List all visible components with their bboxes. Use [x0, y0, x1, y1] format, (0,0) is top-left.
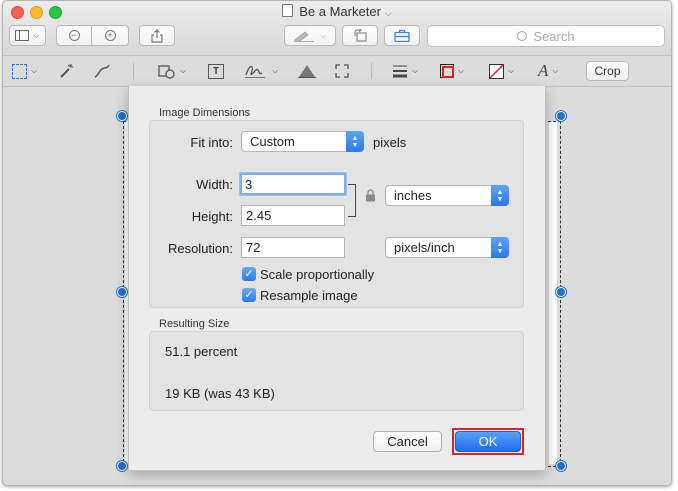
window-title-text: Be a Marketer — [299, 4, 381, 19]
signature-icon — [245, 65, 265, 78]
scale-proportionally-label[interactable]: Scale proportionally — [260, 267, 374, 282]
chevron-down-icon: ⌵ — [508, 66, 515, 75]
shapes-icon — [158, 65, 175, 79]
adjust-size-tool[interactable] — [334, 61, 350, 81]
stepper-arrows-icon: ▲ ▼ — [491, 185, 509, 206]
text-box-icon: T — [208, 63, 224, 79]
text-style-tool[interactable]: A ⌵ — [538, 61, 558, 81]
fill-color-icon — [489, 63, 504, 79]
separator — [371, 63, 372, 79]
fit-into-label: Fit into: — [190, 135, 233, 150]
sign-tool[interactable]: ⌵ — [244, 61, 278, 81]
resolution-field[interactable]: 72 — [241, 237, 345, 258]
scale-proportionally-checkbox[interactable]: ✓ — [242, 267, 256, 281]
crop-button-label: Crop — [594, 64, 621, 78]
fit-into-select[interactable]: Custom ▲ ▼ — [241, 131, 364, 152]
height-field[interactable]: 2.45 — [241, 205, 345, 226]
adjust-color-icon — [298, 65, 316, 78]
rect-selection-icon — [12, 63, 27, 79]
rotate-button[interactable] — [342, 25, 378, 46]
link-bracket — [348, 184, 356, 217]
size-unit-value: inches — [394, 188, 432, 203]
line-style-tool[interactable]: ⌵ — [392, 61, 418, 81]
sidebar-icon — [15, 30, 30, 41]
document-icon — [282, 4, 294, 17]
border-color-tool[interactable]: ⌵ — [440, 61, 464, 81]
checkmark-icon: ✓ — [244, 268, 254, 280]
chevron-down-icon: ⌵ — [458, 66, 465, 75]
text-style-icon: A — [538, 61, 549, 80]
markup-toolbar: ⌵ ⌵ T ⌵ ⌵ ⌵ ⌵ A ⌵ — [3, 56, 671, 87]
search-icon — [517, 31, 528, 41]
line-style-icon — [393, 65, 407, 78]
resize-icon — [335, 64, 349, 78]
chevron-down-icon: ⌵ — [412, 66, 419, 75]
resize-handle-bottom-right[interactable] — [556, 461, 566, 471]
chevron-down-icon: ⌵ — [272, 66, 279, 75]
separator — [133, 63, 134, 79]
selection-tool[interactable]: ⌵ — [12, 61, 37, 81]
shapes-tool[interactable]: ⌵ — [158, 61, 186, 81]
checkmark-icon: ✓ — [244, 289, 254, 301]
fit-into-unit: pixels — [373, 135, 407, 150]
stepper-arrows-icon: ▲ ▼ — [491, 237, 509, 258]
pen-icon — [294, 30, 315, 42]
chevron-down-icon: ⌵ — [552, 66, 559, 75]
cancel-button[interactable]: Cancel — [373, 431, 442, 452]
window-title[interactable]: Be a Marketer ⌵ — [3, 4, 671, 19]
share-icon — [151, 28, 163, 43]
share-button[interactable] — [139, 25, 175, 46]
adjust-color-tool[interactable] — [297, 61, 317, 81]
resize-handle-bottom-left[interactable] — [117, 461, 127, 471]
image-dimensions-label: Image Dimensions — [159, 107, 251, 119]
zoom-in-icon: + — [104, 30, 116, 41]
text-tool[interactable]: T — [208, 61, 224, 81]
resulting-percent: 51.1 percent — [165, 344, 238, 359]
resize-handle-top-left[interactable] — [117, 111, 127, 121]
size-unit-select[interactable]: inches ▲ ▼ — [385, 185, 509, 206]
zoom-out-button[interactable]: − — [56, 25, 92, 46]
zoom-in-button[interactable]: + — [91, 25, 129, 46]
sketch-icon — [94, 64, 110, 78]
border-color-icon — [440, 64, 454, 78]
toolbox-icon — [394, 29, 410, 42]
sidebar-view-button[interactable]: ⌵ — [9, 25, 46, 46]
adjust-size-dialog: Image Dimensions Fit into: Custom ▲ ▼ pix… — [128, 86, 546, 471]
chevron-down-icon: ⌵ — [320, 30, 327, 40]
resulting-file-size: 19 KB (was 43 KB) — [165, 386, 275, 401]
resolution-unit-select[interactable]: pixels/inch ▲ ▼ — [385, 237, 509, 258]
magic-wand-icon — [60, 64, 73, 78]
sketch-tool[interactable] — [93, 61, 111, 81]
chevron-down-icon: ⌵ — [31, 66, 38, 75]
search-input[interactable]: Search — [427, 25, 665, 47]
cancel-button-label: Cancel — [387, 434, 428, 449]
resize-handle-left[interactable] — [117, 287, 127, 297]
resample-image-checkbox[interactable]: ✓ — [242, 288, 256, 302]
ok-button-highlight — [452, 428, 524, 455]
stepper-arrows-icon: ▲ ▼ — [346, 131, 364, 152]
markup-toolbar-button[interactable]: ⌵ — [284, 25, 336, 46]
lock-icon[interactable] — [365, 189, 376, 202]
fill-color-tool[interactable]: ⌵ — [489, 61, 514, 81]
resolution-label: Resolution: — [167, 241, 233, 256]
instant-alpha-tool[interactable] — [59, 61, 75, 81]
resulting-size-label: Resulting Size — [159, 318, 230, 330]
toolbox-button[interactable] — [384, 25, 420, 46]
resize-handle-right[interactable] — [556, 287, 566, 297]
fit-into-value: Custom — [250, 134, 295, 149]
chevron-down-icon: ⌵ — [384, 8, 392, 18]
width-field[interactable]: 3 — [240, 173, 346, 195]
resize-handle-top-right[interactable] — [556, 111, 566, 121]
chevron-down-icon: ⌵ — [33, 30, 40, 40]
title-bar: Be a Marketer ⌵ ⌵ − + ⌵ Search — [3, 1, 671, 56]
zoom-out-icon: − — [68, 30, 80, 41]
rotate-icon — [354, 29, 367, 42]
resolution-unit-value: pixels/inch — [394, 240, 455, 255]
resample-image-label[interactable]: Resample image — [260, 288, 358, 303]
crop-button[interactable]: Crop — [586, 61, 629, 81]
search-placeholder: Search — [533, 28, 575, 44]
height-label: Height: — [191, 209, 233, 224]
chevron-down-icon: ⌵ — [180, 66, 187, 75]
width-label: Width: — [196, 177, 233, 192]
